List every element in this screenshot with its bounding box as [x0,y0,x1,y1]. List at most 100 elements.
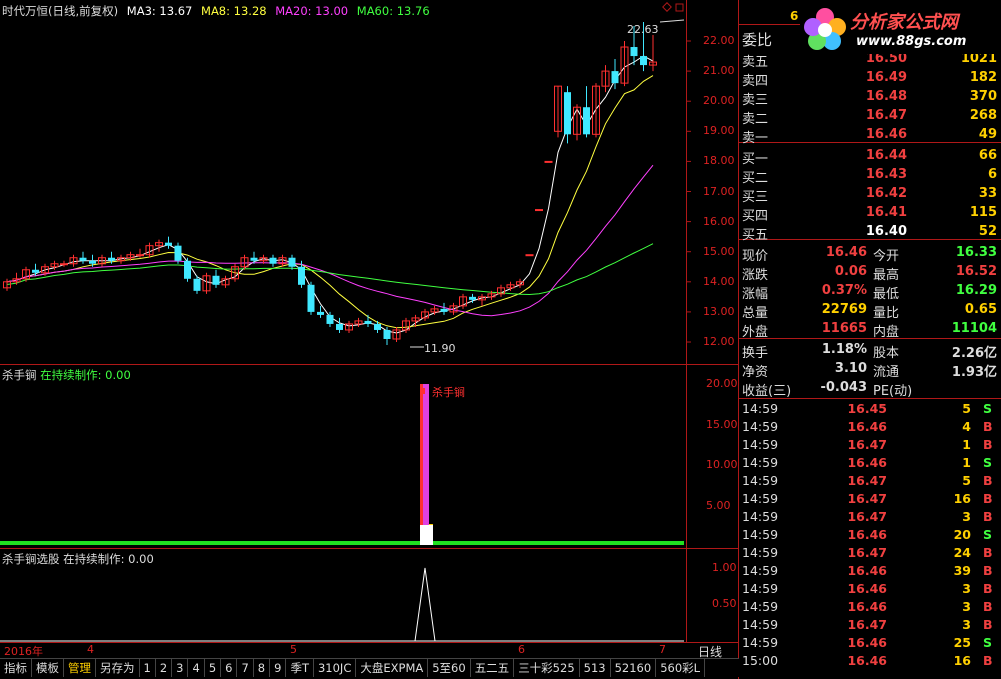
tick-direction: B [983,509,993,524]
indicator1-header: 杀手锏 在持续制作: 0.00 [2,367,131,383]
price-tick: 20.00 [703,94,735,108]
tick-price: 16.47 [847,617,887,632]
tab-0[interactable]: 指标 [0,659,32,677]
high-annotation: 22.63 [627,23,659,36]
indicator2-tick: 0.50 [712,597,737,610]
ask-volume: 370 [969,89,997,104]
ask-price[interactable]: 16.47 [809,108,907,123]
tab-19[interactable]: 513 [580,659,611,677]
tick-price: 16.47 [847,545,887,560]
stat-label2: 最低 [873,287,900,302]
chart-header: 时代万恒(日线,前复权) MA3: 13.67 MA8: 13.28 MA20:… [2,3,435,18]
tab-18[interactable]: 三十彩525 [514,659,580,677]
indicator1-name: 杀手锏 [2,368,37,382]
tick-price: 16.46 [847,563,887,578]
tab-5[interactable]: 2 [156,659,173,677]
date-month-7: 7 [659,643,666,656]
bid-label: 买二 [742,171,769,186]
tick-direction: B [983,563,993,578]
tick-price: 16.46 [847,455,887,470]
bid-price[interactable]: 16.40 [809,224,907,239]
tab-20[interactable]: 52160 [611,659,657,677]
candle-body [317,311,324,315]
stock-title: 时代万恒(日线,前复权) [2,4,119,18]
tick-time: 14:59 [742,635,779,650]
tab-3[interactable]: 另存为 [96,659,140,677]
tab-12[interactable]: 9 [270,659,287,677]
candle-body [250,257,258,261]
candle-body [440,308,448,312]
candle-body [374,323,381,330]
ask-row: 卖三 16.48 370 [739,88,1001,108]
tick-volume: 3 [962,599,971,614]
price-tick: 15.00 [703,244,735,258]
candle-body [60,263,68,266]
candle-body [630,47,638,57]
tick-time: 14:59 [742,473,779,488]
tick-direction: S [983,401,993,416]
tick-time: 14:59 [742,437,779,452]
stat-value2: 16.52 [955,264,997,279]
logo-title: 分析家公式网 [850,12,958,33]
bid-price[interactable]: 16.43 [809,167,907,182]
tick-volume: 1 [962,437,971,452]
price-tick: 19.00 [703,124,735,138]
tab-2[interactable]: 管理 [64,659,96,677]
price-tick: 14.00 [703,274,735,288]
flower-logo-icon [804,8,846,50]
candle-body [383,329,391,339]
indicator2-status: 在持续制作: 0.00 [63,552,154,566]
stat-row: 总量 22769 量比 0.65 [739,301,1001,321]
ask-price[interactable]: 16.49 [809,70,907,85]
tab-14[interactable]: 310JC [314,659,357,677]
tab-10[interactable]: 7 [237,659,254,677]
tick-direction: B [983,473,993,488]
fund-row: 净资 3.10 流通 1.93亿 [739,360,1001,380]
tab-13[interactable]: 季T [286,659,314,677]
tab-6[interactable]: 3 [172,659,189,677]
stat-row: 涨跌 0.06 最高 16.52 [739,263,1001,283]
tab-17[interactable]: 五二五 [471,659,515,677]
fund-value: 3.10 [834,361,867,376]
tab-21[interactable]: 560彩L [656,659,706,677]
tick-direction: B [983,581,993,596]
tab-4[interactable]: 1 [140,659,156,677]
tab-15[interactable]: 大盘EXPMA [356,659,429,677]
fund-value2: 1.93亿 [951,365,997,380]
candle-body [544,160,553,163]
bid-price[interactable]: 16.41 [809,205,907,220]
tick-direction: B [983,437,993,452]
tab-11[interactable]: 8 [254,659,271,677]
tick-direction: B [983,545,993,560]
ma8-label: MA8: 13.28 [201,4,267,18]
candle-body [174,245,182,261]
logo-url: www.88gs.com [856,34,967,49]
stat-label2: 最高 [873,268,900,283]
tab-16[interactable]: 5至60 [428,659,471,677]
ask-volume: 49 [978,127,997,142]
bid-price[interactable]: 16.44 [809,148,907,163]
price-tick: 16.00 [703,214,735,228]
tick-time: 15:00 [742,653,779,668]
tick-direction: B [983,491,993,506]
tick-direction: S [983,455,993,470]
stat-value2: 0.65 [964,302,997,317]
ask-price[interactable]: 16.46 [809,127,907,142]
tab-8[interactable]: 5 [205,659,222,677]
bid-label: 买四 [742,209,769,224]
tab-9[interactable]: 6 [221,659,238,677]
ask-price[interactable]: 16.48 [809,89,907,104]
tab-7[interactable]: 4 [188,659,205,677]
tick-price: 16.47 [847,491,887,506]
tick-direction: S [983,635,993,650]
ma3-label: MA3: 13.67 [126,4,193,18]
bid-price[interactable]: 16.42 [809,186,907,201]
quote-panel: 委比 卖五 16.50 1021 卖四 16.49 182 卖三 16.48 370 卖二 16.4… [739,0,1001,679]
candle-body [611,71,619,84]
bid-row: 买一 16.44 66 [739,147,1001,167]
tab-1[interactable]: 模板 [32,659,64,677]
stat-label2: 今开 [873,249,900,264]
tick-time: 14:59 [742,401,779,416]
ask-label: 卖三 [742,93,769,108]
indicator1-status: 在持续制作: 0.00 [40,368,131,382]
